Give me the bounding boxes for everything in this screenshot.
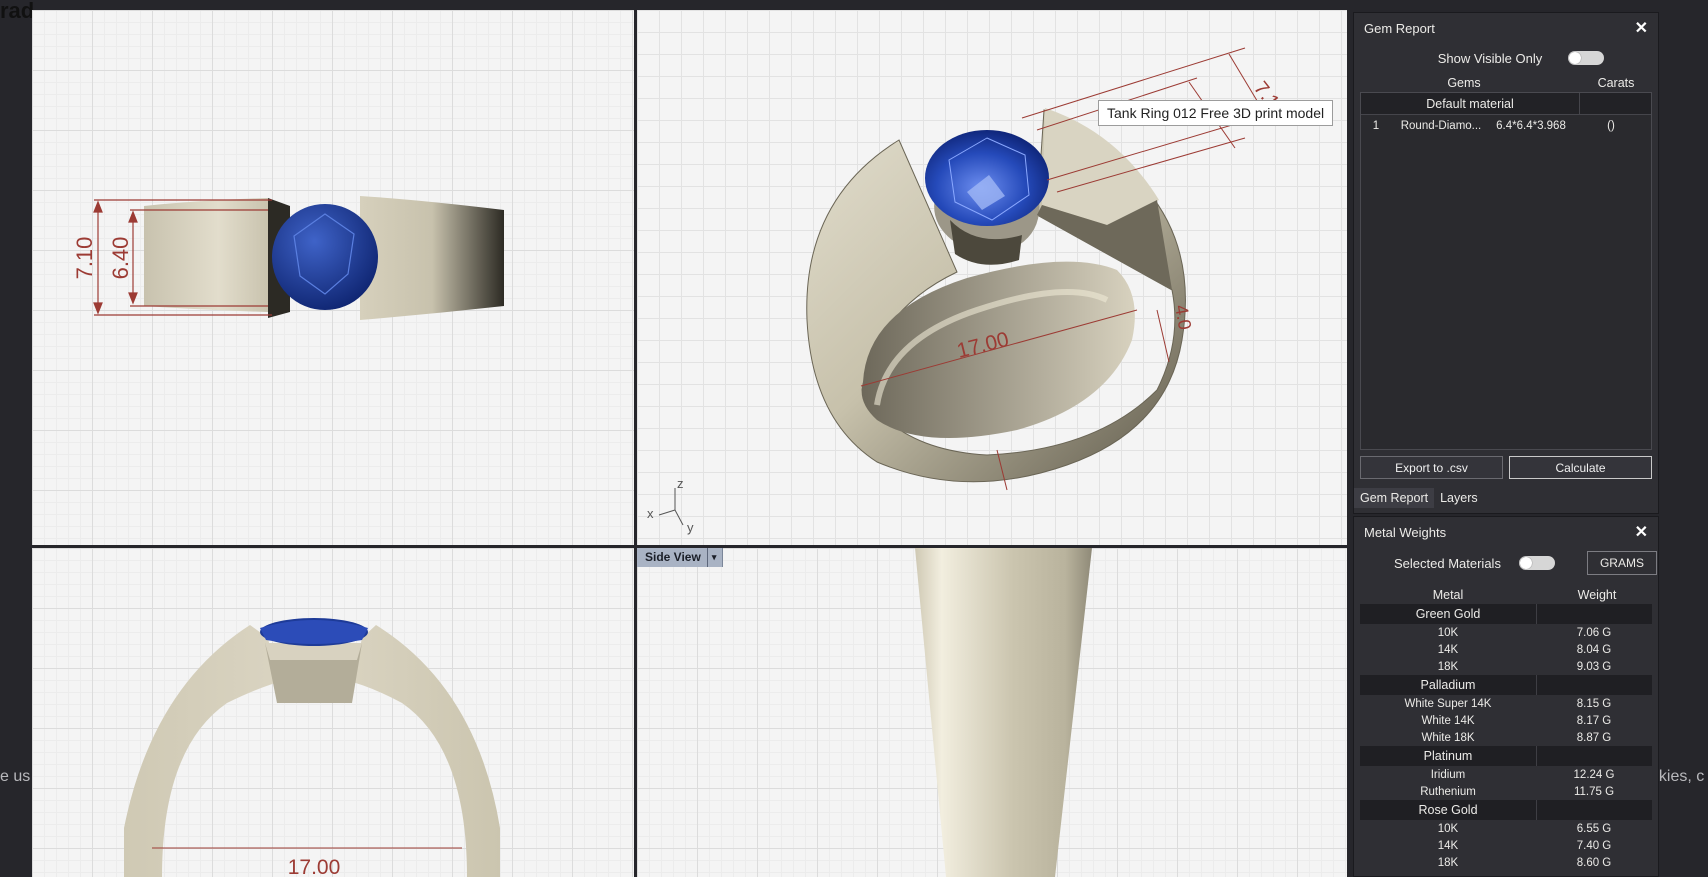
calculate-button[interactable]: Calculate — [1509, 456, 1652, 479]
export-csv-button[interactable]: Export to .csv — [1360, 456, 1503, 479]
metal-row: Ruthenium 11.75 G — [1420, 785, 1615, 798]
axis-y-label: y — [687, 520, 694, 535]
metal-weights-title: Metal Weights — [1364, 524, 1447, 540]
metal-group-row: Green Gold — [1360, 604, 1652, 624]
perspective-viewport[interactable]: 7.1 6. 17.00 4.0 z x y — [637, 10, 1347, 545]
selected-materials-row: Selected Materials GRAMS — [1354, 547, 1658, 579]
front-view-render: 17.00 — [124, 618, 500, 877]
gem-group-row: Default material — [1361, 93, 1651, 115]
selected-materials-label: Selected Materials — [1394, 555, 1501, 571]
metal-row: White 14K 8.17 G — [1421, 714, 1612, 727]
gem-list: Default material 1 Round-Diamo... 6.4*6.… — [1360, 92, 1652, 450]
side-viewport[interactable]: Side View ▾ — [637, 548, 1347, 877]
col-carats: Carats — [1597, 75, 1635, 90]
side-view-label: Side View — [645, 550, 701, 564]
gem-group-name: Default material — [1426, 96, 1514, 111]
app-stage: rad e us okies, c 7.10 6.40 7.1 17.00 4.… — [0, 0, 1708, 877]
gem-report-title: Gem Report — [1364, 20, 1435, 36]
metal-row: Iridium 12.24 G — [1430, 768, 1615, 781]
show-visible-toggle[interactable] — [1568, 51, 1605, 65]
metal-weights-header: Metal Weights ✕ — [1354, 517, 1658, 547]
gem-row-size: 6.4*6.4*3.968 — [1496, 120, 1566, 132]
metal-row: White Super 14K 8.15 G — [1404, 697, 1612, 710]
top-dim-outer: 7.10 — [72, 237, 97, 280]
metal-group-row: Palladium — [1360, 675, 1652, 695]
side-view-dropdown[interactable]: Side View ▾ — [637, 548, 724, 567]
close-icon[interactable]: ✕ — [1635, 522, 1648, 542]
metal-row: 10K 7.06 G — [1437, 626, 1612, 639]
metal-row: 10K 6.55 G — [1437, 822, 1612, 835]
gem-row-carats: () — [1607, 120, 1615, 132]
gem-row-index: 1 — [1372, 120, 1380, 132]
axis-x-label: x — [647, 506, 654, 521]
gem-row-name: Round-Diamo... — [1400, 120, 1482, 132]
metal-row: 18K 8.60 G — [1437, 856, 1612, 869]
cookie-text-left: e us — [0, 768, 31, 785]
show-visible-label: Show Visible Only — [1437, 50, 1543, 66]
gem-row[interactable]: 1 Round-Diamo... 6.4*6.4*3.968 () — [1361, 115, 1651, 137]
metal-group-row: Platinum — [1360, 746, 1652, 766]
perspective-render: 7.1 6. 17.00 4.0 z x y — [647, 47, 1284, 535]
show-visible-row: Show Visible Only — [1354, 43, 1658, 73]
metal-weights-panel: Metal Weights ✕ Selected Materials GRAMS… — [1353, 516, 1659, 877]
persp-dim-height: 4.0 — [1171, 303, 1195, 331]
top-dim-inner: 6.40 — [108, 237, 133, 280]
top-view-render: 7.10 6.40 — [72, 196, 504, 320]
grams-unit-button[interactable]: GRAMS — [1586, 551, 1657, 575]
tab-gem-report[interactable]: Gem Report — [1354, 488, 1435, 508]
metal-row: 18K 9.03 G — [1437, 660, 1612, 673]
top-viewport[interactable]: 7.10 6.40 — [32, 10, 634, 545]
model-tooltip: Tank Ring 012 Free 3D print model — [1098, 100, 1334, 126]
col-weight: Weight — [1577, 587, 1617, 602]
axis-z-label: z — [677, 476, 684, 491]
side-view-render — [915, 548, 1092, 877]
front-viewport[interactable]: 17.00 — [32, 548, 634, 877]
gem-report-panel: Gem Report ✕ Show Visible Only Gems Cara… — [1353, 12, 1659, 514]
metal-table-header: Metal Weight — [1354, 585, 1658, 604]
gem-table-header: Gems Carats — [1354, 73, 1658, 92]
panel-tabs: Gem Report Layers — [1354, 487, 1658, 509]
metal-row: White 18K 8.87 G — [1421, 731, 1612, 744]
metal-row: 14K 8.04 G — [1437, 643, 1612, 656]
col-metal: Metal — [1432, 587, 1464, 602]
front-dim-diameter: 17.00 — [288, 856, 341, 877]
selected-materials-toggle[interactable] — [1518, 556, 1555, 570]
metal-row: 14K 7.40 G — [1437, 839, 1612, 852]
chevron-down-icon[interactable]: ▾ — [706, 548, 716, 567]
tab-layers[interactable]: Layers — [1434, 488, 1484, 508]
col-gems: Gems — [1447, 75, 1481, 90]
metal-group-row: Rose Gold — [1360, 800, 1652, 820]
gem-actions: Export to .csv Calculate — [1360, 456, 1652, 479]
metal-list: Green Gold 10K 7.06 G 14K 8.04 G 18K 9.03 G… — [1354, 604, 1658, 871]
brand-fragment: rad — [0, 0, 35, 23]
close-icon[interactable]: ✕ — [1635, 18, 1648, 38]
gem-report-header: Gem Report ✕ — [1354, 13, 1658, 43]
